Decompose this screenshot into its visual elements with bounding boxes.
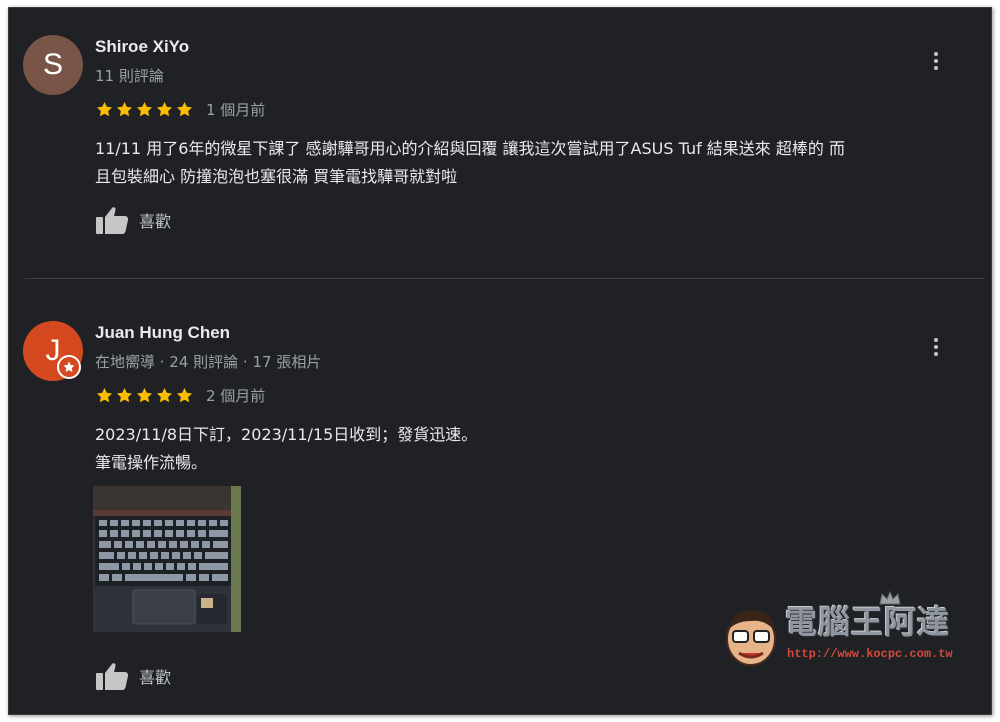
review-text-line: 筆電操作流暢。	[95, 453, 208, 472]
star-icon	[136, 387, 153, 403]
review-text-line: 且包裝細心 防撞泡泡也塞很滿 買筆電找驊哥就對啦	[95, 167, 458, 186]
reviewer-avatar[interactable]: S	[23, 35, 83, 95]
star-icon	[136, 101, 153, 117]
star-icon	[96, 387, 113, 403]
reviewer-name[interactable]: Juan Hung Chen	[95, 323, 230, 343]
like-label: 喜歡	[139, 668, 172, 687]
rating-row: 1 個月前	[95, 99, 265, 120]
local-guide-badge-icon	[57, 355, 81, 379]
review-text: 11/11 用了6年的微星下課了 感謝驊哥用心的介紹與回覆 讓我這次嘗試用了AS…	[95, 135, 985, 191]
rating-row: 2 個月前	[95, 385, 265, 406]
like-button[interactable]: 喜歡	[95, 661, 171, 691]
star-icon	[156, 387, 173, 403]
reviewer-meta: 在地嚮導 · 24 則評論 · 17 張相片	[95, 353, 322, 371]
star-icon	[63, 361, 75, 373]
more-options-button[interactable]	[921, 46, 951, 76]
site-watermark: 電腦王阿達 http://www.kocpc.com.tw	[719, 591, 981, 673]
more-options-button[interactable]	[921, 332, 951, 362]
laptop-photo-image	[93, 486, 241, 632]
watermark-title: 電腦王阿達	[785, 603, 951, 641]
like-button[interactable]: 喜歡	[95, 205, 171, 235]
review-text-line: 2023/11/8日下訂，2023/11/15日收到；發貨迅速。	[95, 425, 478, 444]
reviewer-meta: 11 則評論	[95, 67, 164, 85]
watermark-url: http://www.kocpc.com.tw	[787, 647, 953, 661]
review-photo[interactable]	[93, 486, 241, 632]
review-time: 2 個月前	[206, 387, 266, 405]
star-icon	[176, 387, 193, 403]
review-card: S Shiroe XiYo 11 則評論 1 個月前 11/11 用了6年的微星…	[9, 8, 991, 278]
thumb-up-icon	[96, 207, 129, 234]
thumb-up-icon	[96, 663, 129, 690]
star-icon	[156, 101, 173, 117]
star-icon	[96, 101, 113, 117]
review-divider	[25, 278, 985, 279]
more-vert-icon	[934, 52, 938, 56]
star-icon	[116, 101, 133, 117]
reviews-panel: S Shiroe XiYo 11 則評論 1 個月前 11/11 用了6年的微星…	[8, 7, 992, 715]
more-vert-icon	[934, 338, 938, 342]
review-text: 2023/11/8日下訂，2023/11/15日收到；發貨迅速。 筆電操作流暢。	[95, 421, 985, 477]
like-label: 喜歡	[139, 212, 172, 231]
star-icon	[116, 387, 133, 403]
review-text-line: 11/11 用了6年的微星下課了 感謝驊哥用心的介紹與回覆 讓我這次嘗試用了AS…	[95, 139, 845, 158]
star-rating	[95, 100, 194, 119]
review-time: 1 個月前	[206, 101, 266, 119]
mascot-logo-icon	[726, 610, 776, 666]
reviewer-name[interactable]: Shiroe XiYo	[95, 37, 189, 57]
star-rating	[95, 386, 194, 405]
star-icon	[176, 101, 193, 117]
